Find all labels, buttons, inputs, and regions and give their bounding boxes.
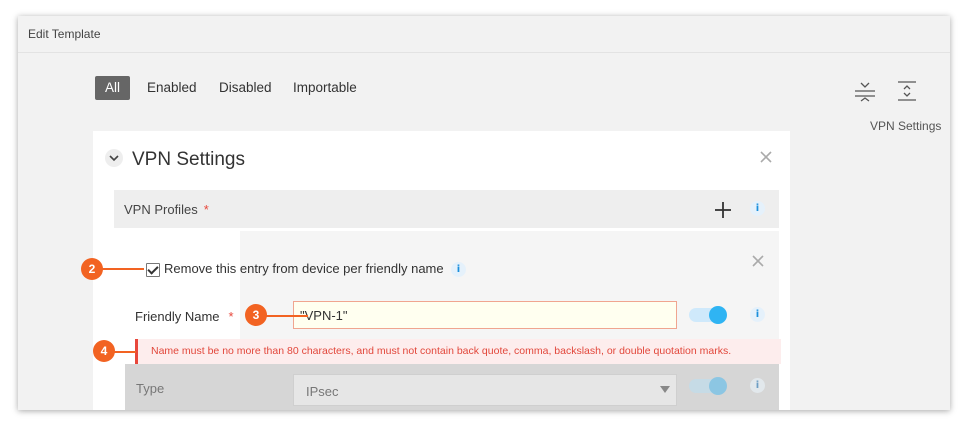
info-icon[interactable]: i [451,262,466,277]
info-icon[interactable]: i [750,307,765,322]
vpn-profiles-label: VPN Profiles * [124,202,209,217]
side-vpn-settings-label: VPN Settings [870,119,942,133]
callout-badge: 2 [81,258,103,280]
toggle-knob [709,306,727,324]
required-mark: * [203,202,209,217]
friendly-name-label: Friendly Name * [135,309,234,324]
required-mark: * [228,309,234,324]
chevron-down-icon[interactable] [105,149,123,167]
type-label: Type [136,381,165,396]
callout-line [266,315,308,317]
info-icon[interactable]: i [750,378,765,393]
friendly-name-input[interactable] [293,301,677,329]
edit-template-window: Edit Template All Enabled Disabled Impor… [18,16,950,410]
friendly-name-toggle[interactable] [689,306,727,324]
callout-line [102,268,144,270]
type-row: Type IPsec i [125,364,779,410]
remove-entry-label: Remove this entry from device per friend… [164,261,444,276]
friendly-name-text: Friendly Name [135,309,220,324]
callout-line [114,351,136,353]
close-icon[interactable] [758,149,774,165]
plus-icon[interactable] [714,201,732,219]
caret-down-icon [660,386,670,393]
callout-badge: 4 [93,340,115,362]
window-title: Edit Template [28,27,101,41]
error-message: Name must be no more than 80 characters,… [135,339,781,364]
type-select-value: IPsec [306,384,339,399]
panel-title: VPN Settings [132,149,245,170]
filter-all[interactable]: All [95,76,131,100]
type-select[interactable]: IPsec [293,374,677,406]
type-toggle[interactable] [689,377,727,395]
vpn-profiles-text: VPN Profiles [124,202,198,217]
collapse-rows-icon[interactable] [854,80,876,102]
filter-importable[interactable]: Importable [283,76,367,100]
close-icon[interactable] [751,254,765,268]
remove-entry-checkbox[interactable] [146,263,160,277]
vpn-settings-panel: VPN Settings VPN Profiles * i Remove thi… [93,131,790,410]
callout-badge: 3 [245,304,267,326]
toggle-knob [709,377,727,395]
info-icon[interactable]: i [750,201,765,216]
vpn-profiles-header: VPN Profiles * i [114,190,779,228]
error-text: Name must be no more than 80 characters,… [151,345,732,357]
filter-disabled[interactable]: Disabled [209,76,282,100]
expand-rows-icon[interactable] [896,80,918,102]
title-bar: Edit Template [18,16,950,53]
filter-enabled[interactable]: Enabled [137,76,207,100]
